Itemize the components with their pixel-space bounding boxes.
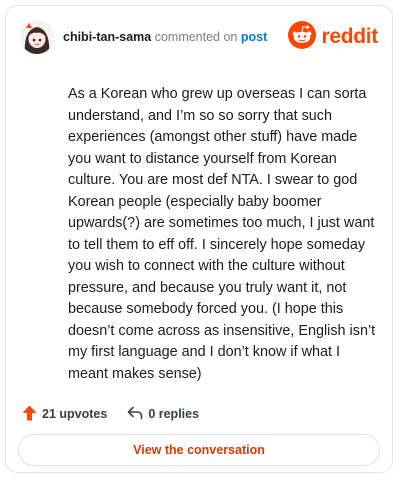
comment-body: As a Korean who grew up overseas I can s… — [68, 86, 376, 382]
post-link[interactable]: post — [241, 30, 267, 44]
upvote-count: 21 upvotes — [42, 407, 108, 421]
reply-button[interactable]: 0 replies — [127, 406, 199, 423]
view-conversation-button[interactable]: View the conversation — [18, 434, 380, 466]
comment-card: chibi-tan-sama commented on post reddit — [5, 5, 393, 473]
upvote-arrow-icon — [22, 405, 37, 424]
reddit-wordmark: reddit — [321, 25, 378, 48]
reddit-snoo-icon — [288, 20, 317, 54]
username-link[interactable]: chibi-tan-sama — [63, 30, 151, 44]
reply-arrow-icon — [127, 406, 143, 423]
comment-header: chibi-tan-sama commented on post reddit — [20, 20, 378, 56]
avatar[interactable] — [20, 20, 54, 54]
comment-actions: 21 upvotes 0 replies — [22, 404, 199, 424]
upvote-button[interactable]: 21 upvotes — [22, 405, 107, 424]
commented-on-text: commented on — [154, 30, 238, 44]
reply-count: 0 replies — [148, 407, 200, 421]
reddit-brand[interactable]: reddit — [288, 20, 378, 54]
comment-byline: chibi-tan-sama commented on post — [63, 30, 267, 44]
